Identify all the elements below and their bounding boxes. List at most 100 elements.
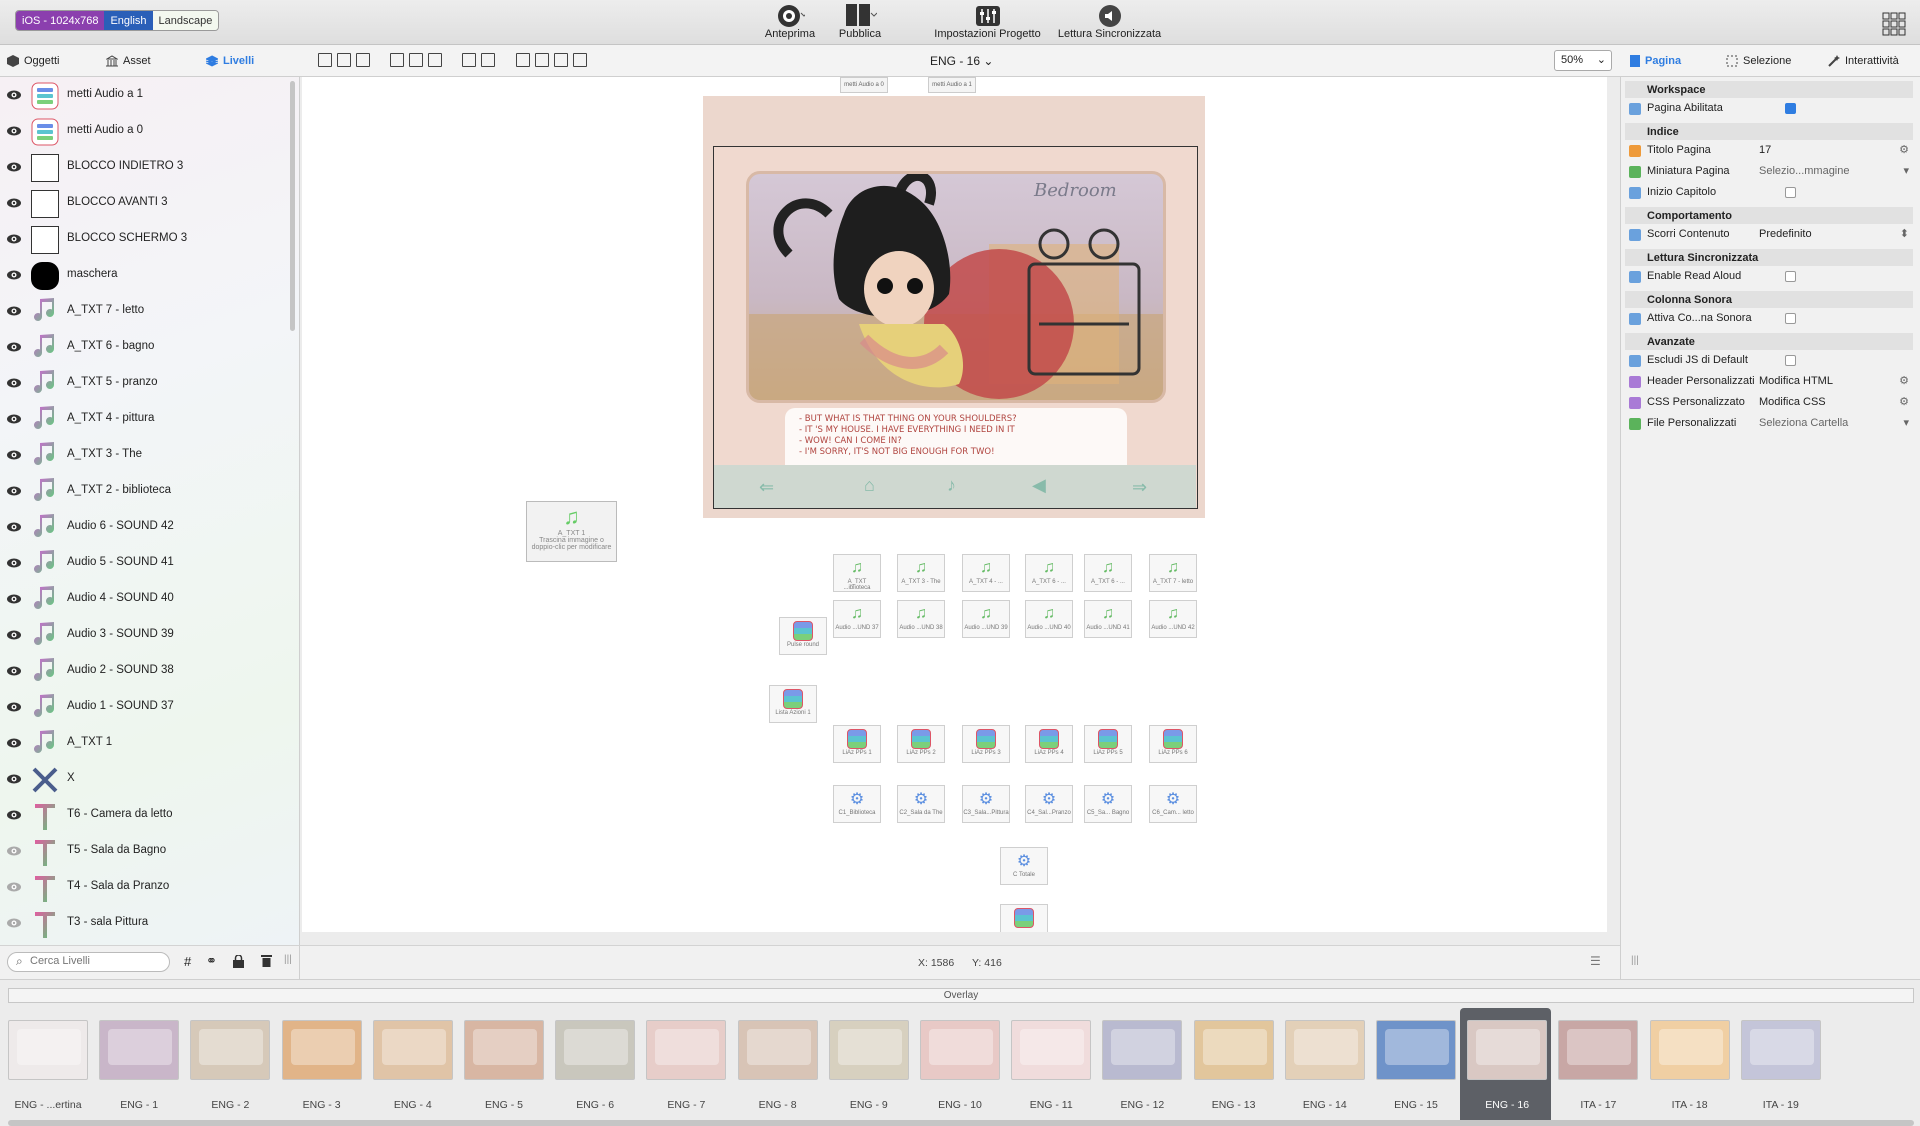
device-selector[interactable]: iOS - 1024x768 English Landscape bbox=[15, 10, 220, 31]
layer-row[interactable]: Audio 6 - SOUND 42 bbox=[0, 509, 292, 545]
eye-visibility-icon[interactable] bbox=[7, 845, 21, 859]
page-thumbnail[interactable] bbox=[281, 1020, 362, 1080]
project-settings-button[interactable]: Impostazioni Progetto bbox=[930, 0, 1045, 45]
eye-visibility-icon[interactable] bbox=[7, 125, 21, 139]
tab-assets[interactable]: Asset bbox=[106, 45, 151, 77]
canvas-node[interactable]: LiAz PPs 5 bbox=[1084, 725, 1132, 763]
page-thumbnail[interactable] bbox=[1649, 1020, 1730, 1080]
exclude-js-checkbox[interactable] bbox=[1785, 355, 1796, 366]
canvas-node[interactable]: LiAz PPs 1 bbox=[833, 725, 881, 763]
eye-visibility-icon[interactable] bbox=[7, 665, 21, 679]
eye-visibility-icon[interactable] bbox=[7, 89, 21, 103]
search-input[interactable] bbox=[30, 955, 160, 967]
layer-row[interactable]: metti Audio a 0 bbox=[0, 113, 292, 149]
overlay-bar[interactable]: Overlay bbox=[8, 988, 1914, 1003]
tab-layers[interactable]: Livelli bbox=[206, 45, 254, 77]
canvas-node[interactable]: ⚙ C Totale bbox=[1000, 847, 1048, 885]
tab-selection[interactable]: Selezione bbox=[1726, 45, 1791, 77]
gear-icon[interactable]: ⚙ bbox=[1899, 395, 1909, 408]
soundtrack-checkbox[interactable] bbox=[1785, 313, 1796, 324]
distribute-h-icon[interactable] bbox=[462, 53, 476, 67]
gear-icon[interactable]: ⚙ bbox=[1899, 374, 1909, 387]
layer-row[interactable]: A_TXT 7 - letto bbox=[0, 293, 292, 329]
layer-row[interactable]: BLOCCO SCHERMO 3 bbox=[0, 221, 292, 257]
page-thumbnail[interactable] bbox=[1102, 1020, 1183, 1080]
preview-button[interactable]: Anteprima bbox=[760, 0, 820, 45]
node-metti-audio-0[interactable]: metti Audio a 0 bbox=[840, 77, 888, 93]
trash-icon[interactable] bbox=[261, 954, 272, 967]
canvas-node[interactable]: ♫ A_TXT 7 - letto bbox=[1149, 554, 1197, 592]
canvas-node[interactable]: ♫ A_TXT 6 - ... bbox=[1084, 554, 1132, 592]
layer-row[interactable]: A_TXT 1 bbox=[0, 725, 292, 761]
prop-exclude-js[interactable]: Escludi JS di Default bbox=[1625, 350, 1913, 371]
canvas-node[interactable]: LiAz PPs 4 bbox=[1025, 725, 1073, 763]
canvas-node[interactable]: ⚙ C6_Cam... letto bbox=[1149, 785, 1197, 823]
read-aloud-checkbox[interactable] bbox=[1785, 271, 1796, 282]
layer-row[interactable]: metti Audio a 1 bbox=[0, 77, 292, 113]
search-layers-field[interactable]: ⌕ bbox=[7, 952, 170, 972]
page-thumbnail[interactable] bbox=[190, 1020, 271, 1080]
page-enabled-checkbox[interactable] bbox=[1785, 103, 1796, 114]
prop-soundtrack[interactable]: Attiva Co...na Sonora bbox=[1625, 308, 1913, 329]
page-thumbnail[interactable] bbox=[99, 1020, 180, 1080]
page-thumbnail[interactable] bbox=[828, 1020, 909, 1080]
canvas-node[interactable]: LiAz PPs 2 bbox=[897, 725, 945, 763]
gear-icon[interactable]: ⚙ bbox=[1899, 143, 1909, 156]
device-badge[interactable]: iOS - 1024x768 bbox=[16, 11, 105, 30]
dropdown-arrow-icon[interactable]: ▾ bbox=[1903, 164, 1909, 177]
page-thumbnail[interactable] bbox=[646, 1020, 727, 1080]
layer-row[interactable]: maschera bbox=[0, 257, 292, 293]
eye-visibility-icon[interactable] bbox=[7, 341, 21, 355]
prop-page-enabled[interactable]: Pagina Abilitata bbox=[1625, 98, 1913, 119]
page-selector[interactable]: ENG - 16 ⌄ bbox=[930, 54, 993, 68]
prop-thumbnail[interactable]: Miniatura Pagina Selezio...mmagine ▾ bbox=[1625, 161, 1913, 182]
layer-row[interactable]: A_TXT 5 - pranzo bbox=[0, 365, 292, 401]
eye-visibility-icon[interactable] bbox=[7, 593, 21, 607]
thumbnail-value[interactable]: Selezio...mmagine bbox=[1759, 165, 1850, 177]
layer-row[interactable]: A_TXT 2 - biblioteca bbox=[0, 473, 292, 509]
canvas-node[interactable]: ⚙ C1_Biblioteca bbox=[833, 785, 881, 823]
layer-row[interactable]: T4 - Sala da Pranzo bbox=[0, 869, 292, 905]
node-a-txt-1[interactable]: ♫ A_TXT 1 Trascina immagine o doppio-cli… bbox=[526, 501, 617, 562]
page-thumbnail[interactable] bbox=[737, 1020, 818, 1080]
canvas-node[interactable]: ♫ Audio ...UND 41 bbox=[1084, 600, 1132, 638]
canvas-node[interactable]: Pulse round bbox=[779, 617, 827, 655]
layer-row[interactable]: A_TXT 4 - pittura bbox=[0, 401, 292, 437]
eye-visibility-icon[interactable] bbox=[7, 557, 21, 571]
orientation-badge[interactable]: Landscape bbox=[152, 11, 219, 30]
arrange-backward-icon[interactable] bbox=[554, 53, 568, 67]
canvas-node[interactable]: ♫ A_TXT ...iblioteca bbox=[833, 554, 881, 592]
align-right-icon[interactable] bbox=[356, 53, 370, 67]
page-thumbnail[interactable] bbox=[920, 1020, 1000, 1080]
tab-page[interactable]: Pagina bbox=[1630, 45, 1681, 77]
eye-visibility-icon[interactable] bbox=[7, 377, 21, 391]
canvas-node[interactable]: ♫ Audio ...UND 42 bbox=[1149, 600, 1197, 638]
align-bottom-icon[interactable] bbox=[428, 53, 442, 67]
layer-row[interactable]: Audio 2 - SOUND 38 bbox=[0, 653, 292, 689]
arrange-forward-icon[interactable] bbox=[535, 53, 549, 67]
align-top-icon[interactable] bbox=[390, 53, 404, 67]
eye-visibility-icon[interactable] bbox=[7, 773, 21, 787]
canvas-node[interactable] bbox=[1000, 904, 1048, 932]
eye-visibility-icon[interactable] bbox=[7, 269, 21, 283]
page-thumbnail[interactable] bbox=[1011, 1020, 1092, 1080]
canvas-node[interactable]: LiAz PPs 3 bbox=[962, 725, 1010, 763]
canvas-node[interactable]: ♫ Audio ...UND 38 bbox=[897, 600, 945, 638]
hamburger-icon[interactable]: ☰ bbox=[1590, 954, 1601, 968]
page-thumbnail[interactable] bbox=[1376, 1020, 1456, 1080]
align-center-icon[interactable] bbox=[337, 53, 351, 67]
eye-visibility-icon[interactable] bbox=[7, 521, 21, 535]
prop-css[interactable]: CSS Personalizzato Modifica CSS ⚙ bbox=[1625, 392, 1913, 413]
layer-row[interactable]: T3 - sala Pittura bbox=[0, 905, 292, 941]
layer-row[interactable]: A_TXT 3 - The bbox=[0, 437, 292, 473]
page-thumbnail[interactable] bbox=[1740, 1020, 1821, 1080]
page-thumbnail[interactable] bbox=[1467, 1020, 1548, 1080]
layer-row[interactable]: X bbox=[0, 761, 292, 797]
eye-visibility-icon[interactable] bbox=[7, 629, 21, 643]
workspace-canvas[interactable]: metti Audio a 0 metti Audio a 1 Bedroom … bbox=[302, 77, 1607, 932]
tab-objects[interactable]: Oggetti bbox=[7, 45, 59, 77]
node-metti-audio-1[interactable]: metti Audio a 1 bbox=[928, 77, 976, 93]
resize-handle-icon[interactable]: ||| bbox=[1631, 955, 1639, 966]
prop-scroll[interactable]: Scorri Contenuto Predefinito ⬍ bbox=[1625, 224, 1913, 245]
lock-icon[interactable] bbox=[233, 955, 244, 968]
